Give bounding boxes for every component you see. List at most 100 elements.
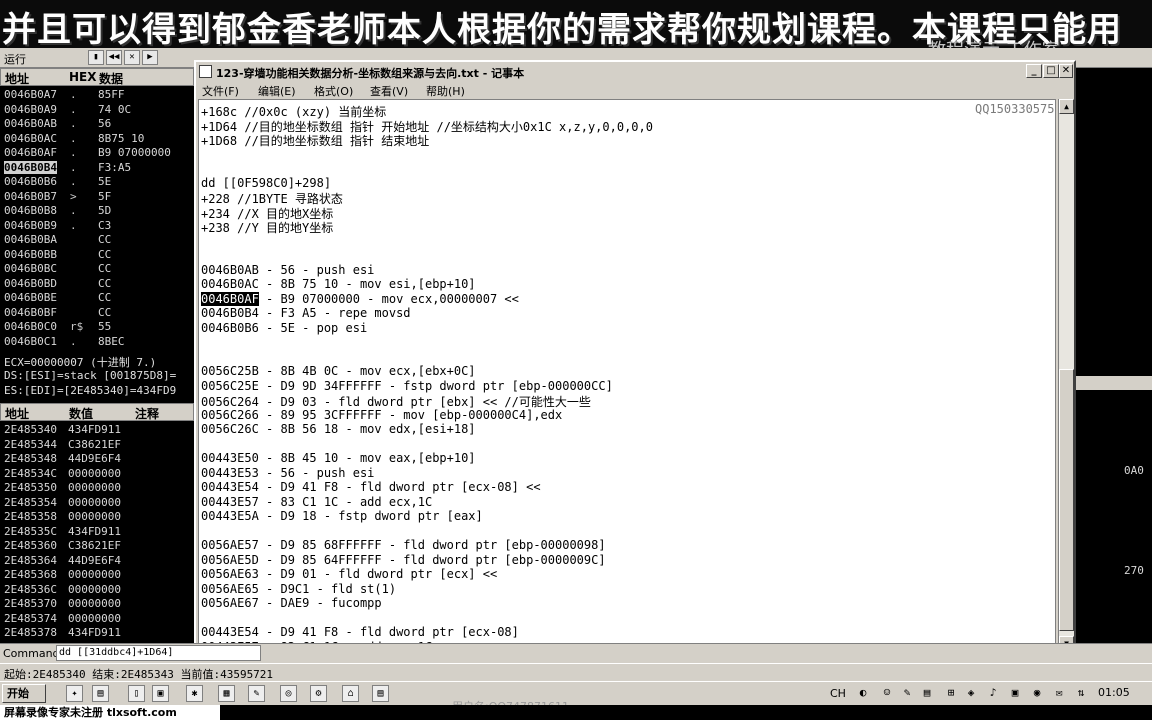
- menu-help[interactable]: 帮助(H): [426, 83, 465, 99]
- code-row[interactable]: 0046B0B8. 5D: [0, 204, 194, 219]
- code-row[interactable]: 0046B0B6. 5E: [0, 175, 194, 190]
- dump-row[interactable]: 2E485344 C38621EF: [0, 438, 194, 453]
- tray-icon[interactable]: ☺: [880, 686, 894, 700]
- dump-row[interactable]: 2E485358 00000000: [0, 510, 194, 525]
- code-address: 0046B0C0: [4, 320, 57, 333]
- code-row[interactable]: 0046B0BD CC: [0, 277, 194, 292]
- app-icon[interactable]: ⚙: [310, 685, 327, 702]
- code-address: 0046B0C1: [4, 334, 57, 348]
- code-row[interactable]: 0046B0AF. B9 07000000: [0, 146, 194, 161]
- play-icon[interactable]: ▶: [142, 50, 158, 65]
- tray-icon[interactable]: ⊞: [944, 686, 958, 700]
- code-row[interactable]: 0046B0AB. 56: [0, 117, 194, 132]
- tray-icon[interactable]: ▣: [1008, 686, 1022, 700]
- scroll-thumb[interactable]: [1059, 369, 1074, 631]
- watermark: 教程演示 工作室: [928, 36, 1060, 48]
- app-icon[interactable]: ▤: [92, 685, 109, 702]
- app-icon[interactable]: ⌂: [342, 685, 359, 702]
- dump-value: 434FD911: [68, 626, 121, 639]
- code-row[interactable]: 0046B0C1. 8BEC: [0, 335, 194, 350]
- rewind-icon[interactable]: ◀◀: [106, 50, 122, 65]
- dump-row[interactable]: 2E485378 434FD911: [0, 626, 194, 641]
- command-input[interactable]: dd [[31ddbc4]+1D64]: [56, 645, 261, 661]
- minimize-icon[interactable]: _: [1026, 64, 1042, 78]
- dump-value: 00000000: [68, 510, 121, 523]
- dump-row[interactable]: 2E485350 00000000: [0, 481, 194, 496]
- code-row[interactable]: 0046B0B7 >5F: [0, 190, 194, 205]
- code-row[interactable]: 0046B0C0 r$ 55: [0, 320, 194, 335]
- dump-row[interactable]: 2E485348 44D9E6F4: [0, 452, 194, 467]
- code-row[interactable]: 0046B0BC CC: [0, 262, 194, 277]
- app-icon[interactable]: ✦: [66, 685, 83, 702]
- memory-dump-pane[interactable]: 2E485340 434FD911 2E485344 C38621EF 2E485348…: [0, 421, 194, 643]
- app-icon[interactable]: ✎: [248, 685, 265, 702]
- menu-file[interactable]: 文件(F): [202, 83, 239, 99]
- app-icon[interactable]: ◎: [280, 685, 297, 702]
- notepad-titlebar[interactable]: 123-穿墙功能相关数据分析-坐标数组来源与去向.txt - 记事本 _ □ ✕: [196, 62, 1074, 82]
- dump-row[interactable]: 2E48534C 00000000: [0, 467, 194, 482]
- maximize-icon[interactable]: □: [1043, 64, 1059, 78]
- app-icon[interactable]: ▣: [152, 685, 169, 702]
- dump-row[interactable]: 2E485374 00000000: [0, 612, 194, 627]
- dump-row[interactable]: 2E485370 00000000: [0, 597, 194, 612]
- dump-value: 00000000: [68, 597, 121, 610]
- text-editor[interactable]: QQ150330575 +168c //0x0c (xzy) 当前坐标 +1D64…: [198, 99, 1056, 652]
- text-line: 0056C25B - 8B 4B 0C - mov ecx,[ebx+0C]: [201, 364, 476, 378]
- close-icon[interactable]: ✕: [1059, 64, 1073, 78]
- dump-row[interactable]: 2E48536C 00000000: [0, 583, 194, 598]
- app-icon[interactable]: ▦: [218, 685, 235, 702]
- menu-view[interactable]: 查看(V): [370, 83, 408, 99]
- close-icon[interactable]: ✕: [124, 50, 140, 65]
- pause-icon[interactable]: ▮: [88, 50, 104, 65]
- register-pane: 0A0 270: [1076, 86, 1152, 642]
- app-icon[interactable]: ✱: [186, 685, 203, 702]
- tray-icon[interactable]: ✎: [900, 686, 914, 700]
- code-row[interactable]: 0046B0A9. 74 0C: [0, 103, 194, 118]
- code-row[interactable]: 0046B0B4. F3:A5: [0, 160, 194, 176]
- volume-icon[interactable]: ♪: [986, 686, 1000, 700]
- code-hex: 55: [98, 320, 112, 333]
- vertical-scrollbar[interactable]: ▲ ▼: [1058, 99, 1074, 652]
- language-indicator[interactable]: CH: [830, 687, 846, 700]
- code-address: 0046B0AF: [4, 146, 57, 159]
- dump-row[interactable]: 2E485354 00000000: [0, 496, 194, 511]
- code-hex: CC: [98, 262, 112, 275]
- tray-icon[interactable]: ◐: [856, 686, 870, 700]
- code-address: 0046B0B4: [4, 160, 57, 174]
- network-icon[interactable]: ⇅: [1074, 686, 1088, 700]
- start-button[interactable]: 开始: [2, 684, 46, 703]
- code-row[interactable]: 0046B0BA CC: [0, 233, 194, 248]
- tray-icon[interactable]: ✉: [1052, 686, 1066, 700]
- code-row[interactable]: 0046B0BB CC: [0, 248, 194, 263]
- window-title: 123-穿墙功能相关数据分析-坐标数组来源与去向.txt - 记事本: [216, 67, 525, 80]
- dump-row[interactable]: 2E485364 44D9E6F4: [0, 554, 194, 569]
- tray-icon[interactable]: ▤: [920, 686, 934, 700]
- code-address: 0046B0BD: [4, 276, 57, 290]
- code-row[interactable]: 0046B0BF CC: [0, 306, 194, 321]
- code-marker: .: [70, 146, 77, 159]
- status-bar: 起始:2E485340 结束:2E485343 当前值:43595721: [0, 663, 1152, 681]
- dump-row[interactable]: 2E485368 00000000: [0, 568, 194, 583]
- app-icon[interactable]: ▤: [372, 685, 389, 702]
- code-hex: F3:A5: [98, 160, 132, 174]
- text-line: +1D68 //目的地坐标数组 指针 结束地址: [201, 134, 430, 148]
- code-row[interactable]: 0046B0A7. 85FF: [0, 88, 194, 103]
- code-row[interactable]: 0046B0B9. C3: [0, 219, 194, 234]
- menu-edit[interactable]: 编辑(E): [258, 83, 296, 99]
- text-line: +234 //X 目的地X坐标: [201, 206, 334, 221]
- code-row[interactable]: 0046B0BE CC: [0, 291, 194, 306]
- disassembly-pane[interactable]: 0046B0A7. 85FF 0046B0A9. 74 0C 0046B0AB. 56 00…: [0, 86, 194, 348]
- code-address: 0046B0AB: [4, 117, 57, 130]
- code-address: 0046B0BB: [4, 247, 57, 261]
- code-hex: CC: [98, 233, 112, 246]
- code-row[interactable]: 0046B0AC. 8B75 10: [0, 132, 194, 147]
- dump-row[interactable]: 2E485340 434FD911: [0, 423, 194, 438]
- scroll-up-icon[interactable]: ▲: [1059, 99, 1074, 114]
- menu-format[interactable]: 格式(O): [314, 83, 353, 99]
- dump-row[interactable]: 2E485360 C38621EF: [0, 539, 194, 554]
- dump-row[interactable]: 2E48535C 434FD911: [0, 525, 194, 540]
- app-icon[interactable]: ▯: [128, 685, 145, 702]
- tray-icon[interactable]: ◉: [1030, 686, 1044, 700]
- tray-icon[interactable]: ◈: [964, 686, 978, 700]
- text-line: 00443E57 - 83 C1 1C - add ecx,1C: [201, 494, 433, 509]
